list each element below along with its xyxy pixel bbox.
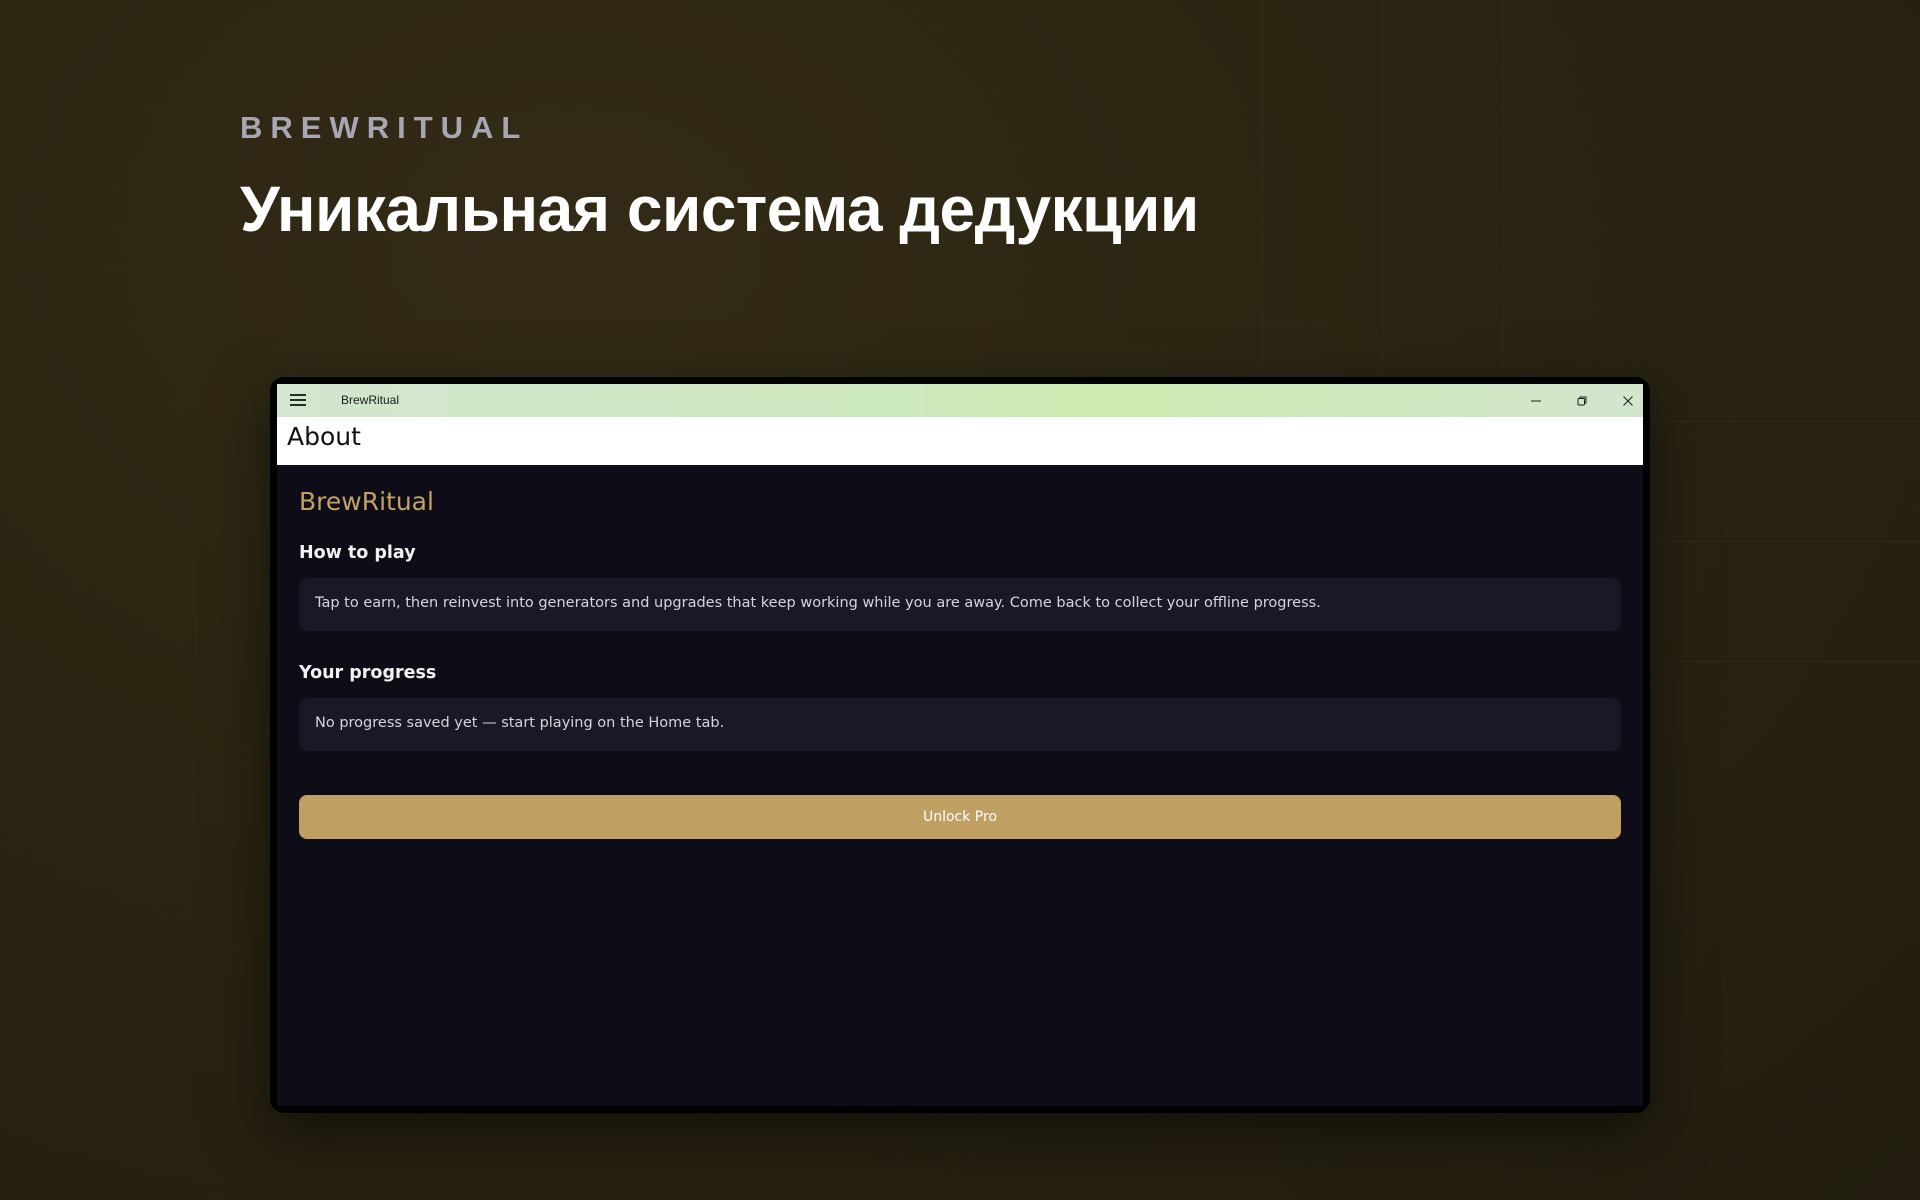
title-bar: BrewRitual xyxy=(277,384,1643,417)
how-to-play-card: Tap to earn, then reinvest into generato… xyxy=(299,578,1621,631)
progress-heading: Your progress xyxy=(299,663,437,683)
how-to-play-heading: How to play xyxy=(299,543,416,563)
minimize-button[interactable] xyxy=(1513,384,1559,417)
page-header: About xyxy=(277,417,1643,465)
close-button[interactable] xyxy=(1605,384,1643,417)
close-icon xyxy=(1623,395,1633,406)
unlock-pro-button[interactable]: Unlock Pro xyxy=(299,795,1621,839)
app-window: BrewRitual About BrewRitual How to play … xyxy=(277,384,1643,1106)
promo-brand: BREWRITUAL xyxy=(240,110,529,145)
restore-icon xyxy=(1577,396,1587,405)
progress-card: No progress saved yet — start playing on… xyxy=(299,698,1621,751)
minimize-icon xyxy=(1531,400,1541,401)
hamburger-menu-icon[interactable] xyxy=(290,394,306,406)
page-title: About xyxy=(287,422,361,451)
progress-text: No progress saved yet — start playing on… xyxy=(315,715,725,731)
restore-button[interactable] xyxy=(1559,384,1605,417)
how-to-play-text: Tap to earn, then reinvest into generato… xyxy=(315,595,1321,611)
promo-headline: Уникальная система дедукции xyxy=(240,173,1199,245)
app-name-heading: BrewRitual xyxy=(299,487,434,516)
window-title: BrewRitual xyxy=(341,393,400,407)
